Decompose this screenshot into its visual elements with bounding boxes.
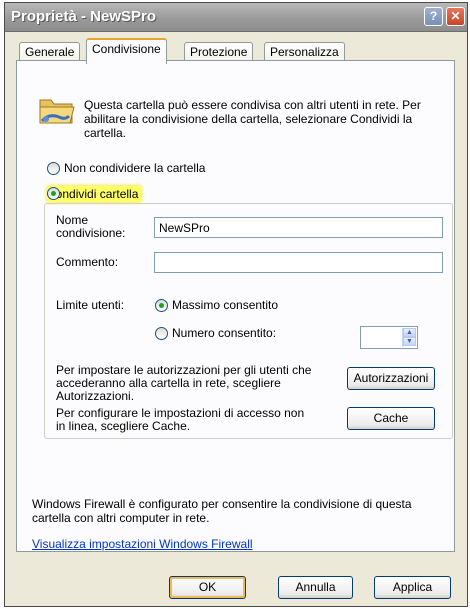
user-limit-label: Limite utenti: xyxy=(56,298,125,312)
max-allowed-label: Massimo consentito xyxy=(172,298,279,312)
window-title: Proprietà - NewSPro xyxy=(11,8,157,25)
cache-text: Per configurare le impostazioni di acces… xyxy=(56,406,305,433)
number-allowed-stepper[interactable]: ▲ ▼ xyxy=(360,326,418,349)
comment-label: Commento: xyxy=(56,255,119,269)
cache-button[interactable]: Cache xyxy=(347,407,435,430)
tab-condivisione[interactable]: Condivisione xyxy=(86,38,167,64)
max-allowed-option[interactable]: Massimo consentito xyxy=(155,298,278,314)
tab-personalizza[interactable]: Personalizza xyxy=(264,42,345,62)
spin-down-icon[interactable]: ▼ xyxy=(403,337,416,346)
properties-dialog: Proprietà - NewSPro ? ✕ Generale Condivi… xyxy=(4,2,468,607)
comment-field[interactable] xyxy=(154,252,443,273)
max-allowed-radio[interactable] xyxy=(155,299,168,312)
tab-protezione[interactable]: Protezione xyxy=(184,42,254,62)
help-button[interactable]: ? xyxy=(424,7,443,26)
sharing-panel: Questa cartella può essere condivisa con… xyxy=(16,60,455,552)
ok-button[interactable]: OK xyxy=(169,576,246,599)
share-settings-group: Nome condivisione: NewSPro Commento: Lim… xyxy=(44,203,453,439)
share-folder-label: Condividi cartella xyxy=(47,187,139,201)
share-name-field[interactable]: NewSPro xyxy=(154,217,443,238)
number-allowed-radio[interactable] xyxy=(155,327,168,340)
close-button[interactable]: ✕ xyxy=(446,7,465,26)
stepper-arrows[interactable]: ▲ ▼ xyxy=(402,328,416,347)
cancel-button[interactable]: Annulla xyxy=(278,576,353,599)
no-share-option[interactable]: Non condividere la cartella xyxy=(47,161,205,177)
permissions-text: Per impostare le autorizzazioni per gli … xyxy=(56,363,312,403)
number-allowed-option[interactable]: Numero consentito: xyxy=(155,326,276,342)
share-folder-option[interactable]: Condividi cartella xyxy=(47,186,142,202)
title-bar[interactable]: Proprietà - NewSPro ? ✕ xyxy=(5,3,467,32)
share-name-label: Nome condivisione: xyxy=(56,213,126,240)
share-folder-radio[interactable] xyxy=(47,187,60,200)
tab-generale[interactable]: Generale xyxy=(19,42,81,62)
shared-folder-icon xyxy=(37,91,77,132)
firewall-settings-link[interactable]: Visualizza impostazioni Windows Firewall xyxy=(32,537,253,551)
spin-up-icon[interactable]: ▲ xyxy=(403,328,416,337)
no-share-radio[interactable] xyxy=(47,162,60,175)
apply-button[interactable]: Applica xyxy=(374,576,451,599)
sharing-intro-text: Questa cartella può essere condivisa con… xyxy=(84,98,421,140)
firewall-text: Windows Firewall è configurato per conse… xyxy=(32,497,412,525)
permissions-button[interactable]: Autorizzazioni xyxy=(347,367,435,390)
no-share-label: Non condividere la cartella xyxy=(64,161,206,175)
number-allowed-label: Numero consentito: xyxy=(172,326,277,340)
